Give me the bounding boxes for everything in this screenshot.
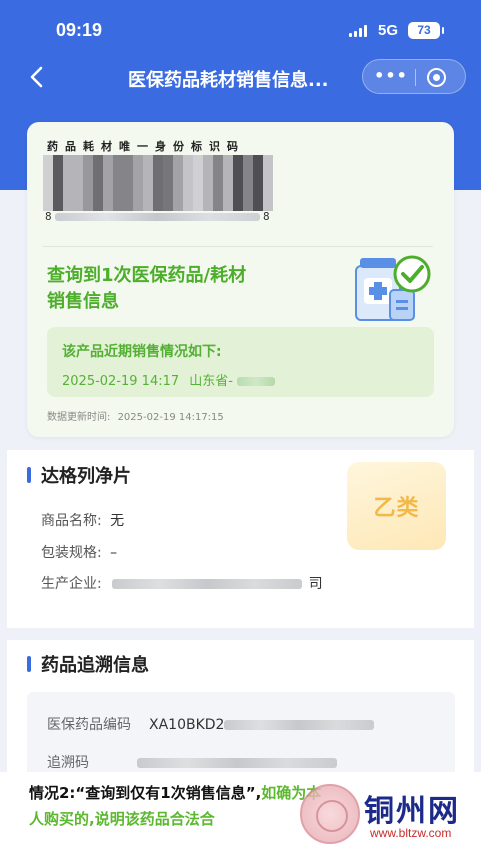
barcode-block (153, 155, 163, 211)
info-label: 生产企业: (41, 576, 102, 592)
update-label: 数据更新时间: (47, 412, 111, 423)
code-label: 药品耗材唯一身份标识码 (47, 140, 245, 153)
barcode-block (263, 155, 273, 211)
status-time: 09:19 (56, 20, 103, 40)
info-label: 包装规格: (41, 545, 102, 561)
battery-icon: 73 (408, 22, 444, 39)
barcode-block (163, 155, 173, 211)
blurred-manufacturer (112, 579, 303, 589)
status-bar: 09:19 5G 73 (0, 0, 481, 60)
barcode-block (63, 155, 73, 211)
barcode-block (123, 155, 133, 211)
info-value: – (110, 545, 118, 561)
recent-sales-box: 该产品近期销售情况如下: 2025-02-19 14:17 山东省- (47, 327, 434, 397)
result-line-1: 查询到1次医保药品/耗材 (47, 265, 247, 286)
result-line-2: 销售信息 (47, 291, 119, 312)
sales-record: 2025-02-19 14:17 山东省- (62, 370, 275, 389)
info-row-manufacturer: 生产企业: 司 (41, 573, 323, 593)
close-miniprogram-button[interactable] (427, 68, 446, 87)
section-accent-bar (27, 467, 31, 483)
barcode-block (233, 155, 243, 211)
chevron-left-icon (30, 66, 43, 88)
blurred-city (237, 377, 275, 386)
barcode-block (183, 155, 193, 211)
barcode-block (73, 155, 83, 211)
result-message: 查询到1次医保药品/耗材 销售信息 (47, 263, 327, 315)
network-type: 5G (378, 22, 399, 39)
barcode-block (173, 155, 183, 211)
trace-value: XA10BKD2 (149, 717, 225, 733)
product-info-section: 达格列净片 商品名称: 无 包装规格: – 生产企业: 司 乙类 (7, 450, 474, 628)
barcode-block (113, 155, 123, 211)
back-button[interactable] (24, 63, 52, 91)
blurred-code (224, 720, 375, 730)
info-label: 商品名称: (41, 513, 102, 529)
trace-row-trace-code: 追溯码 (47, 752, 337, 772)
barcode-block (43, 155, 53, 211)
blurred-barcode (43, 155, 273, 211)
product-name: 达格列净片 (41, 466, 131, 487)
page-title: 医保药品耗材销售信息... (128, 70, 329, 91)
barcode-block (253, 155, 263, 211)
barcode-block (193, 155, 203, 211)
category-label: 乙类 (373, 496, 420, 521)
info-value: 司 (308, 576, 323, 592)
sales-title: 该产品近期销售情况如下: (62, 344, 222, 360)
barcode-block (133, 155, 143, 211)
barcode-block (223, 155, 233, 211)
info-row-brand: 商品名称: 无 (41, 510, 124, 530)
watermark-logo (300, 784, 360, 844)
trace-title: 药品追溯信息 (41, 655, 149, 676)
query-result-card: 药品耗材唯一身份标识码 8 8 查询到1次医保药品/耗材 销售信息 该产品近期销… (27, 122, 454, 437)
miniprogram-capsule: ••• (362, 59, 466, 94)
card-divider (43, 246, 433, 247)
caption-line-1: 情况2:“查询到仅有1次销售信息”,如确为本 (29, 782, 321, 803)
caption-line-2: 人购买的,说明该药品合法合 (29, 810, 215, 828)
signal-icon (349, 25, 367, 37)
info-value: 无 (110, 513, 125, 529)
sales-place: 山东省- (189, 374, 233, 389)
info-row-spec: 包装规格: – (41, 542, 117, 562)
barcode-block (213, 155, 223, 211)
data-update-time: 数据更新时间: 2025-02-19 14:17:15 (47, 408, 224, 423)
barcode-block (243, 155, 253, 211)
caption-text-black: 情况2:“查询到仅有1次销售信息”, (29, 784, 262, 802)
trace-row-code: 医保药品编码 XA10BKD2 (47, 714, 375, 734)
category-badge: 乙类 (347, 462, 446, 550)
section-accent-bar (27, 656, 31, 672)
trace-label: 追溯码 (47, 755, 89, 771)
more-menu-button[interactable]: ••• (373, 68, 409, 85)
capsule-divider (415, 69, 416, 86)
barcode-block (83, 155, 93, 211)
update-value: 2025-02-19 14:17:15 (117, 412, 224, 423)
blurred-barcode-number (55, 213, 260, 221)
barcode-block (103, 155, 113, 211)
barcode-first-digit: 8 (45, 210, 52, 223)
barcode-block (143, 155, 153, 211)
trace-label: 医保药品编码 (47, 717, 131, 733)
sales-time: 2025-02-19 14:17 (62, 374, 180, 389)
watermark-name: 铜州网 (364, 794, 460, 829)
medicine-check-icon (355, 255, 431, 321)
watermark-url: www.bltzw.com (370, 826, 452, 840)
barcode-block (93, 155, 103, 211)
barcode-last-digit: 8 (263, 210, 270, 223)
barcode-block (203, 155, 213, 211)
blurred-trace-code (137, 758, 337, 768)
barcode-block (53, 155, 63, 211)
